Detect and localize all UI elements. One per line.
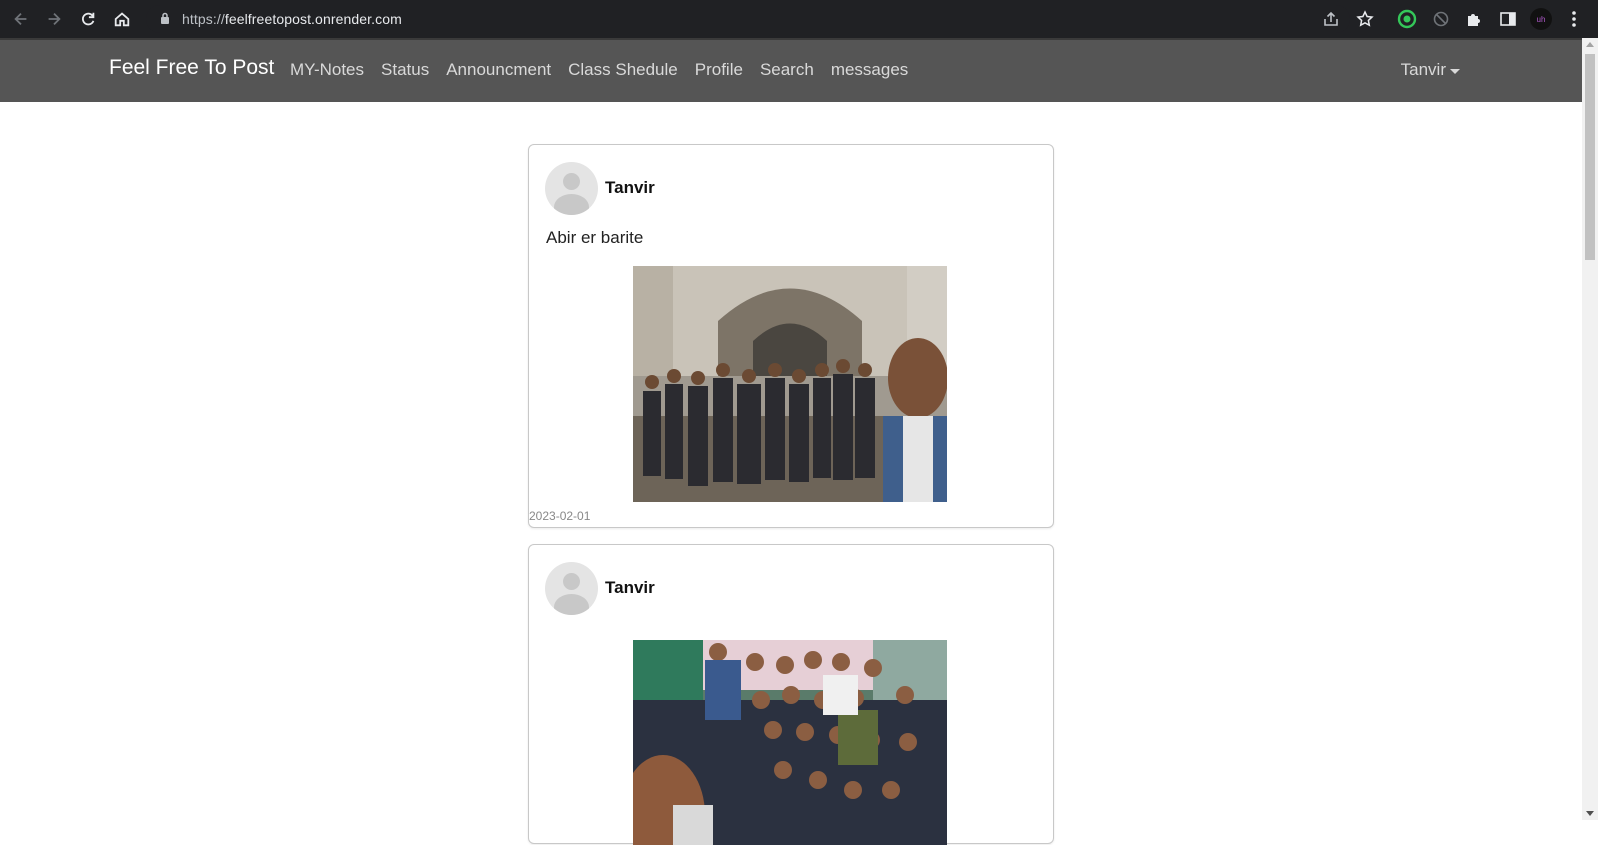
url-text: https://feelfreetopost.onrender.com: [182, 11, 402, 27]
post-photo[interactable]: [633, 266, 947, 502]
url-host: feelfreetopost.onrender.com: [224, 11, 402, 27]
reload-icon: [82, 12, 95, 26]
home-button[interactable]: [110, 7, 134, 31]
forward-arrow-icon: [48, 12, 61, 26]
scroll-up-arrow-icon[interactable]: [1586, 42, 1594, 47]
browser-toolbar: https://feelfreetopost.onrender.com uh: [0, 0, 1598, 38]
lock-icon: [161, 12, 169, 24]
scroll-thumb[interactable]: [1585, 54, 1595, 260]
puzzle-icon: [1468, 14, 1480, 26]
post-date: 2023-02-01: [529, 509, 591, 523]
post-photo-group-building: [633, 266, 947, 502]
home-icon: [114, 12, 130, 27]
nav-link-my-notes[interactable]: MY-Notes: [290, 60, 364, 80]
scroll-down-arrow-icon[interactable]: [1586, 811, 1594, 816]
svg-text:uh: uh: [1537, 15, 1546, 24]
user-dropdown[interactable]: Tanvir: [1401, 60, 1460, 80]
share-button[interactable]: [1320, 8, 1342, 30]
nav-link-search[interactable]: Search: [760, 60, 814, 80]
bookmark-star-button[interactable]: [1354, 8, 1376, 30]
share-icon: [1324, 11, 1338, 26]
post-text: Abir er barite: [546, 228, 644, 247]
extension-sync-button[interactable]: [1430, 8, 1452, 30]
avatar[interactable]: [545, 162, 598, 215]
page-scrollbar[interactable]: [1582, 38, 1598, 820]
post-photo[interactable]: [633, 640, 947, 845]
sync-off-icon: [1433, 11, 1449, 27]
target-ring-icon: [1397, 9, 1417, 29]
avatar[interactable]: [545, 562, 598, 615]
avatar-head-shape: [563, 573, 580, 590]
nav-link-announcment[interactable]: Announcment: [446, 60, 551, 80]
profile-avatar-button[interactable]: uh: [1530, 8, 1552, 30]
post-card: Tanvir: [528, 544, 1054, 845]
avatar-head-shape: [563, 173, 580, 190]
avatar-body-shape: [554, 594, 589, 615]
post-author[interactable]: Tanvir: [605, 178, 655, 198]
profile-avatar-icon: uh: [1530, 8, 1552, 30]
reload-button[interactable]: [76, 7, 100, 31]
browser-menu-button[interactable]: [1563, 8, 1585, 30]
nav-link-profile[interactable]: Profile: [695, 60, 743, 80]
user-dropdown-label: Tanvir: [1400, 60, 1446, 79]
star-icon: [1356, 10, 1374, 27]
avatar-body-shape: [554, 194, 589, 215]
side-panel-button[interactable]: [1497, 8, 1519, 30]
nav-link-messages[interactable]: messages: [831, 60, 908, 80]
extensions-button[interactable]: [1463, 8, 1485, 30]
more-vert-icon: [1572, 11, 1576, 27]
address-bar[interactable]: https://feelfreetopost.onrender.com: [146, 5, 1350, 33]
nav-link-class-shedule[interactable]: Class Shedule: [568, 60, 678, 80]
post-card: Tanvir Abir er barite 2023-02-01: [528, 144, 1054, 528]
post-author[interactable]: Tanvir: [605, 578, 655, 598]
post-photo-group-selfie: [633, 640, 947, 845]
back-arrow-icon: [14, 12, 27, 26]
forward-button[interactable]: [42, 7, 66, 31]
brand-link[interactable]: Feel Free To Post: [109, 56, 274, 80]
extension-green-ring[interactable]: [1396, 8, 1418, 30]
site-navbar: Feel Free To Post MY-Notes Status Announ…: [0, 38, 1582, 102]
nav-link-status[interactable]: Status: [381, 60, 429, 80]
side-panel-icon: [1500, 12, 1516, 26]
back-button[interactable]: [9, 7, 33, 31]
caret-down-icon: [1450, 68, 1460, 74]
nav-links: MY-Notes Status Announcment Class Shedul…: [290, 60, 925, 80]
url-scheme: https://: [182, 11, 225, 27]
